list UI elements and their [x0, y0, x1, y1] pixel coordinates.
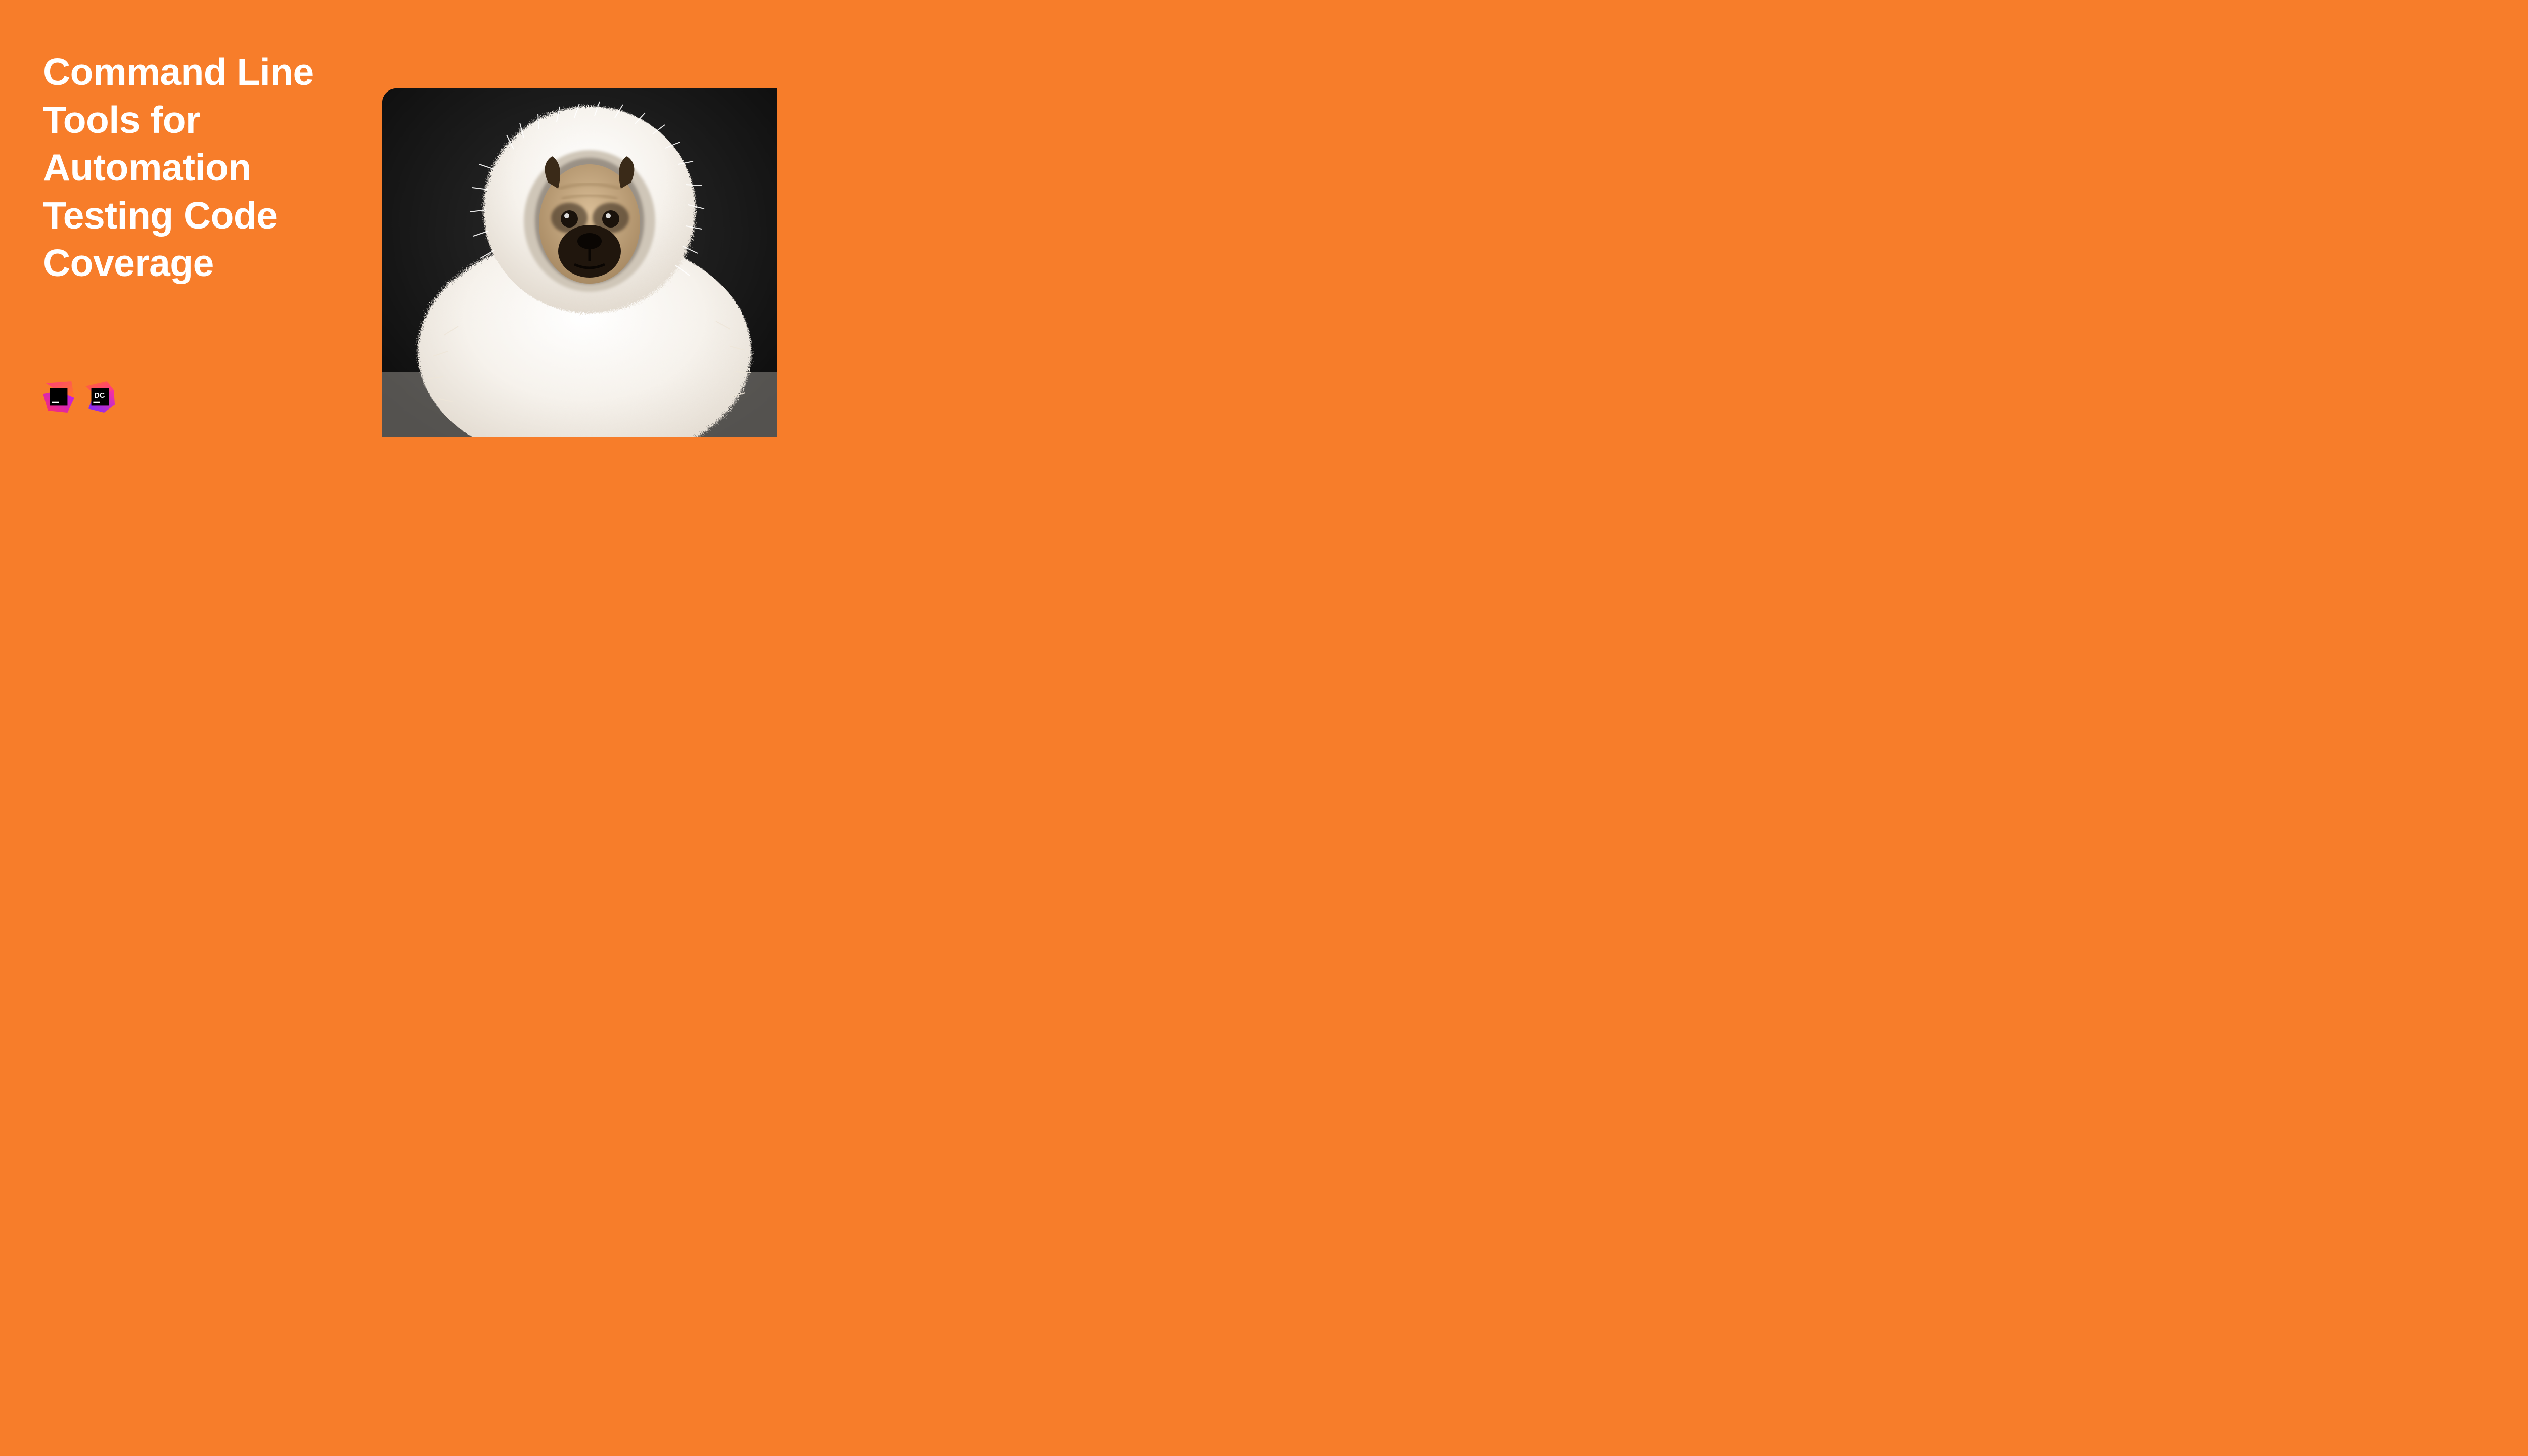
logo-row: DC — [43, 381, 116, 413]
jetbrains-logo-icon — [43, 381, 74, 413]
hero-image — [382, 88, 777, 437]
slide-title: Command Line Tools for Automation Testin… — [43, 48, 367, 287]
dotcover-logo-icon: DC — [84, 381, 116, 413]
dotcover-logo-text: DC — [94, 392, 105, 400]
